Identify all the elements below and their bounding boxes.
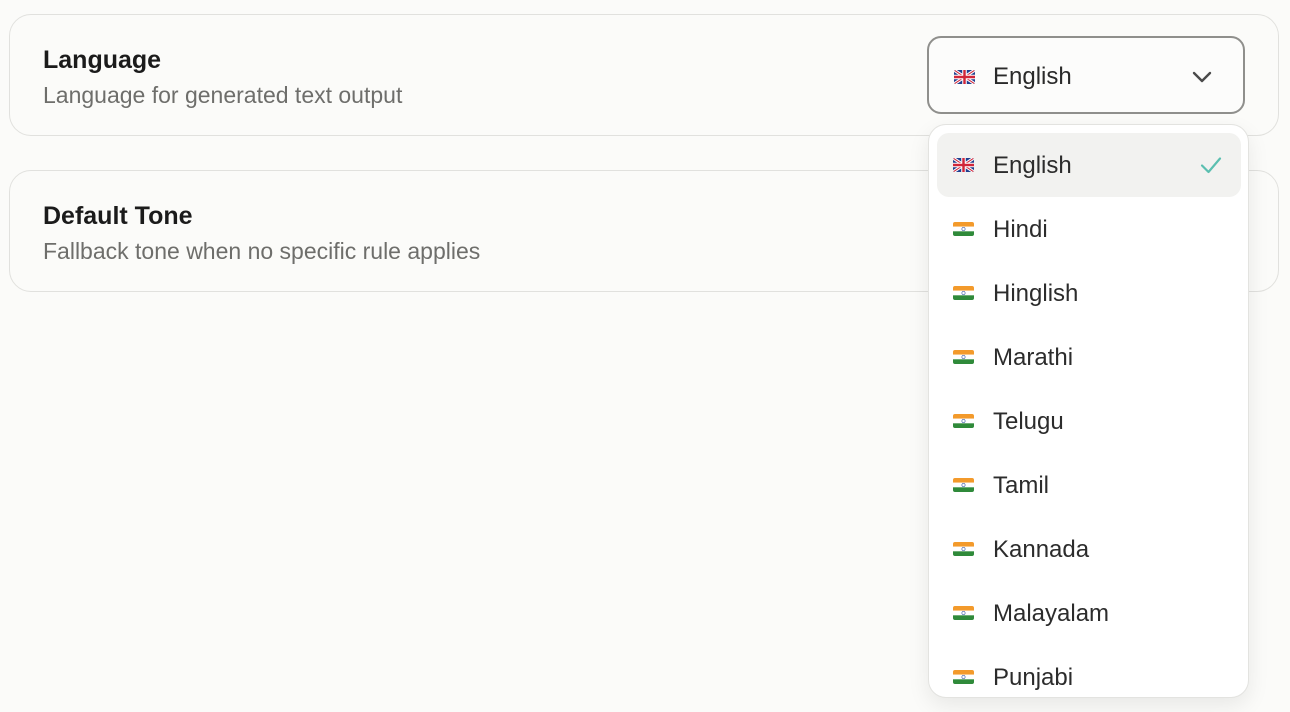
chevron-down-icon (1191, 66, 1213, 88)
india-flag-icon (953, 542, 974, 556)
checkmark-icon (1199, 154, 1223, 176)
india-flag-icon (953, 670, 974, 684)
language-option-tamil[interactable]: Tamil (937, 453, 1241, 517)
language-option-punjabi[interactable]: Punjabi (937, 645, 1241, 697)
uk-flag-icon (953, 158, 974, 172)
option-label: Hindi (993, 216, 1048, 243)
language-option-hindi[interactable]: Hindi (937, 197, 1241, 261)
option-label: Punjabi (993, 664, 1074, 691)
option-label: English (993, 152, 1072, 179)
option-label: Malayalam (993, 600, 1110, 627)
india-flag-icon (953, 478, 974, 492)
language-option-marathi[interactable]: Marathi (937, 325, 1241, 389)
language-select[interactable]: English (927, 36, 1245, 114)
language-option-malayalam[interactable]: Malayalam (937, 581, 1241, 645)
india-flag-icon (953, 350, 974, 364)
option-label: Kannada (993, 536, 1090, 563)
india-flag-icon (953, 606, 974, 620)
language-dropdown-menu: English Hindi Hinglish Marathi Telugu Tamil Ka… (928, 124, 1249, 698)
language-option-english[interactable]: English (937, 133, 1241, 197)
option-label: Marathi (993, 344, 1074, 371)
option-label: Hinglish (993, 280, 1079, 307)
option-label: Tamil (993, 472, 1050, 499)
language-title: Language (43, 46, 162, 74)
selected-language-label: English (993, 63, 1072, 90)
language-option-hinglish[interactable]: Hinglish (937, 261, 1241, 325)
language-option-telugu[interactable]: Telugu (937, 389, 1241, 453)
india-flag-icon (953, 286, 974, 300)
language-description: Language for generated text output (43, 82, 403, 108)
india-flag-icon (953, 414, 974, 428)
default-tone-description: Fallback tone when no specific rule appl… (43, 238, 481, 264)
option-label: Telugu (993, 408, 1064, 435)
language-option-kannada[interactable]: Kannada (937, 517, 1241, 581)
india-flag-icon (953, 222, 974, 236)
default-tone-title: Default Tone (43, 202, 193, 230)
uk-flag-icon (954, 70, 975, 84)
